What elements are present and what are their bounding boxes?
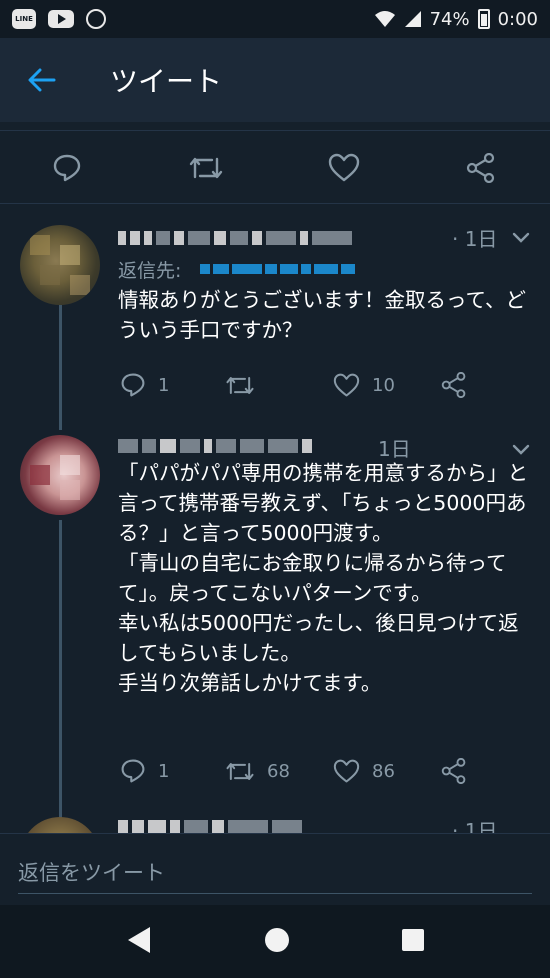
main-tweet-actions [0, 130, 550, 204]
heart-icon [328, 153, 360, 182]
circle-home-icon [264, 927, 289, 952]
battery-percent: 74% [429, 8, 470, 30]
share-icon [466, 153, 495, 183]
like-button[interactable] [328, 153, 360, 183]
reply-icon [121, 759, 145, 783]
heart-icon [333, 373, 360, 397]
reply-composer: 返信をツイート [0, 833, 550, 905]
line-icon-label: LINE [15, 15, 33, 23]
status-time: 0:00 [497, 8, 538, 30]
reply-button[interactable]: 1 [120, 758, 169, 784]
like-button[interactable]: 10 [333, 373, 395, 398]
nav-back-button[interactable] [125, 925, 153, 959]
page-title: ツイート [110, 65, 223, 98]
nav-home-button[interactable] [264, 927, 290, 957]
share-button[interactable] [441, 372, 467, 398]
tweet-text: 情報ありがとうございます！金取るって、どういう手口ですか？ [118, 288, 526, 342]
reply-button[interactable] [52, 153, 82, 183]
like-button[interactable]: 86 [333, 759, 395, 784]
avatar-pixelated-image [30, 235, 90, 295]
reply-icon [121, 373, 145, 397]
share-icon [441, 758, 466, 784]
tweet-time[interactable]: · 1日 [452, 815, 497, 835]
share-button[interactable] [466, 153, 496, 183]
chevron-down-icon [512, 444, 530, 455]
wifi-icon [374, 11, 395, 27]
tweet-text: 「パパがパパ専用の携帯を用意するから」と言って携帯番号教えず、「ちょっと5000… [118, 461, 528, 695]
triangle-back-icon [128, 926, 151, 953]
retweet-button[interactable] [188, 153, 224, 183]
youtube-icon [48, 10, 74, 28]
avatar[interactable] [20, 435, 100, 515]
chevron-down-icon [512, 232, 530, 243]
like-count: 10 [372, 375, 395, 396]
reply-to-handle-redacted[interactable] [200, 263, 355, 275]
status-bar: LINE 74% 0:00 [0, 0, 550, 38]
display-name-redacted [118, 438, 312, 454]
arrow-left-icon [28, 68, 56, 92]
retweet-icon [189, 157, 223, 179]
tweet-time[interactable]: · 1日 [452, 223, 497, 252]
retweet-icon [226, 763, 254, 780]
app-header: ツイート [0, 38, 550, 122]
reply-button[interactable]: 1 [120, 372, 169, 398]
reply-icon [53, 154, 81, 182]
avatar[interactable] [20, 225, 100, 305]
sync-icon [86, 9, 106, 29]
reply-count: 1 [158, 760, 170, 782]
system-nav-bar [0, 905, 550, 978]
tweet-menu-button[interactable] [512, 229, 530, 248]
share-icon [441, 372, 466, 398]
display-name-redacted [118, 230, 352, 246]
avatar-pixelated-image [30, 455, 80, 500]
line-app-icon: LINE [12, 9, 36, 29]
battery-icon [477, 9, 490, 29]
retweet-button[interactable] [225, 373, 267, 398]
retweet-count: 68 [267, 761, 290, 782]
nav-recents-button[interactable] [401, 928, 425, 956]
back-button[interactable] [12, 50, 72, 110]
reply-tweet[interactable]: · 1日 [0, 815, 550, 835]
reply-tweet[interactable]: · 1日 返信先: 情報ありがとうございます！金取るって、どういう手口ですか？ … [0, 205, 550, 425]
like-count: 86 [372, 761, 395, 782]
share-button[interactable] [441, 758, 467, 784]
retweet-icon [226, 377, 254, 394]
retweet-button[interactable]: 68 [225, 759, 290, 784]
reply-tweet[interactable]: 1日 「パパがパパ専用の携帯を用意するから」と言って携帯番号教えず、「ちょっと5… [0, 425, 550, 820]
signal-icon [404, 11, 421, 27]
heart-icon [333, 759, 360, 783]
reply-to-label: 返信先: [118, 260, 182, 282]
square-recents-icon [401, 928, 424, 951]
reply-input[interactable]: 返信をツイート [18, 850, 532, 894]
reply-count: 1 [158, 374, 170, 396]
